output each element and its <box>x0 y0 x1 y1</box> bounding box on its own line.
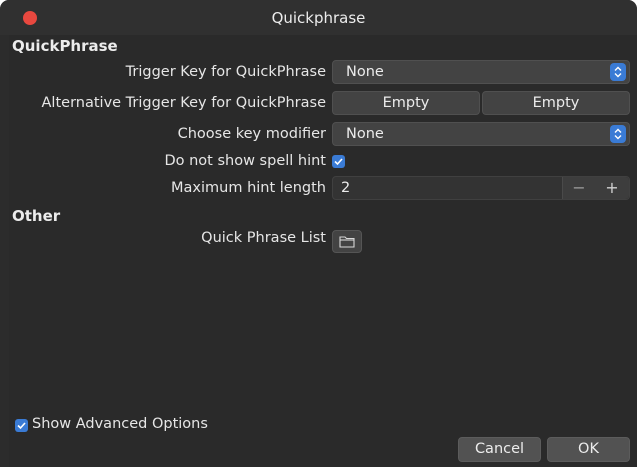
max-hint-length-spinbox[interactable]: 2 − + <box>332 176 630 200</box>
advanced-options-label[interactable]: Show Advanced Options <box>32 416 208 432</box>
spell-hint-checkbox[interactable] <box>332 155 345 168</box>
phrase-list-button[interactable] <box>332 230 362 253</box>
ok-button[interactable]: OK <box>547 437 630 462</box>
trigger-key-combo[interactable]: None <box>332 60 630 84</box>
section-heading-quickphrase: QuickPhrase <box>12 37 118 55</box>
phrase-list-label: Quick Phrase List <box>201 230 326 246</box>
max-hint-length-label: Maximum hint length <box>171 180 326 196</box>
key-modifier-value: None <box>346 126 384 142</box>
title-bar[interactable]: Quickphrase <box>0 0 637 35</box>
dialog-content: QuickPhrase Trigger Key for QuickPhrase … <box>9 35 637 467</box>
trigger-key-label: Trigger Key for QuickPhrase <box>125 64 326 80</box>
alt-trigger-key-button-1[interactable]: Empty <box>332 91 480 115</box>
updown-arrow-icon <box>610 125 626 143</box>
quickphrase-dialog: Quickphrase QuickPhrase Trigger Key for … <box>0 0 637 467</box>
checkmark-icon <box>17 422 26 430</box>
updown-arrow-icon <box>610 63 626 81</box>
increment-button[interactable]: + <box>596 178 628 198</box>
window-title: Quickphrase <box>271 9 366 27</box>
key-modifier-combo[interactable]: None <box>332 122 630 146</box>
max-hint-length-value[interactable]: 2 <box>341 180 350 196</box>
alt-trigger-key-label: Alternative Trigger Key for QuickPhrase <box>41 95 326 111</box>
folder-icon <box>339 236 355 248</box>
decrement-button[interactable]: − <box>563 178 595 198</box>
section-heading-other: Other <box>12 207 61 225</box>
trigger-key-value: None <box>346 64 384 80</box>
checkmark-icon <box>334 158 343 166</box>
advanced-options-checkbox[interactable] <box>15 419 28 432</box>
key-modifier-label: Choose key modifier <box>177 126 326 142</box>
cancel-button[interactable]: Cancel <box>458 437 541 462</box>
spin-buttons: − + <box>562 177 629 199</box>
alt-trigger-key-button-2[interactable]: Empty <box>482 91 630 115</box>
spell-hint-label: Do not show spell hint <box>164 153 326 169</box>
